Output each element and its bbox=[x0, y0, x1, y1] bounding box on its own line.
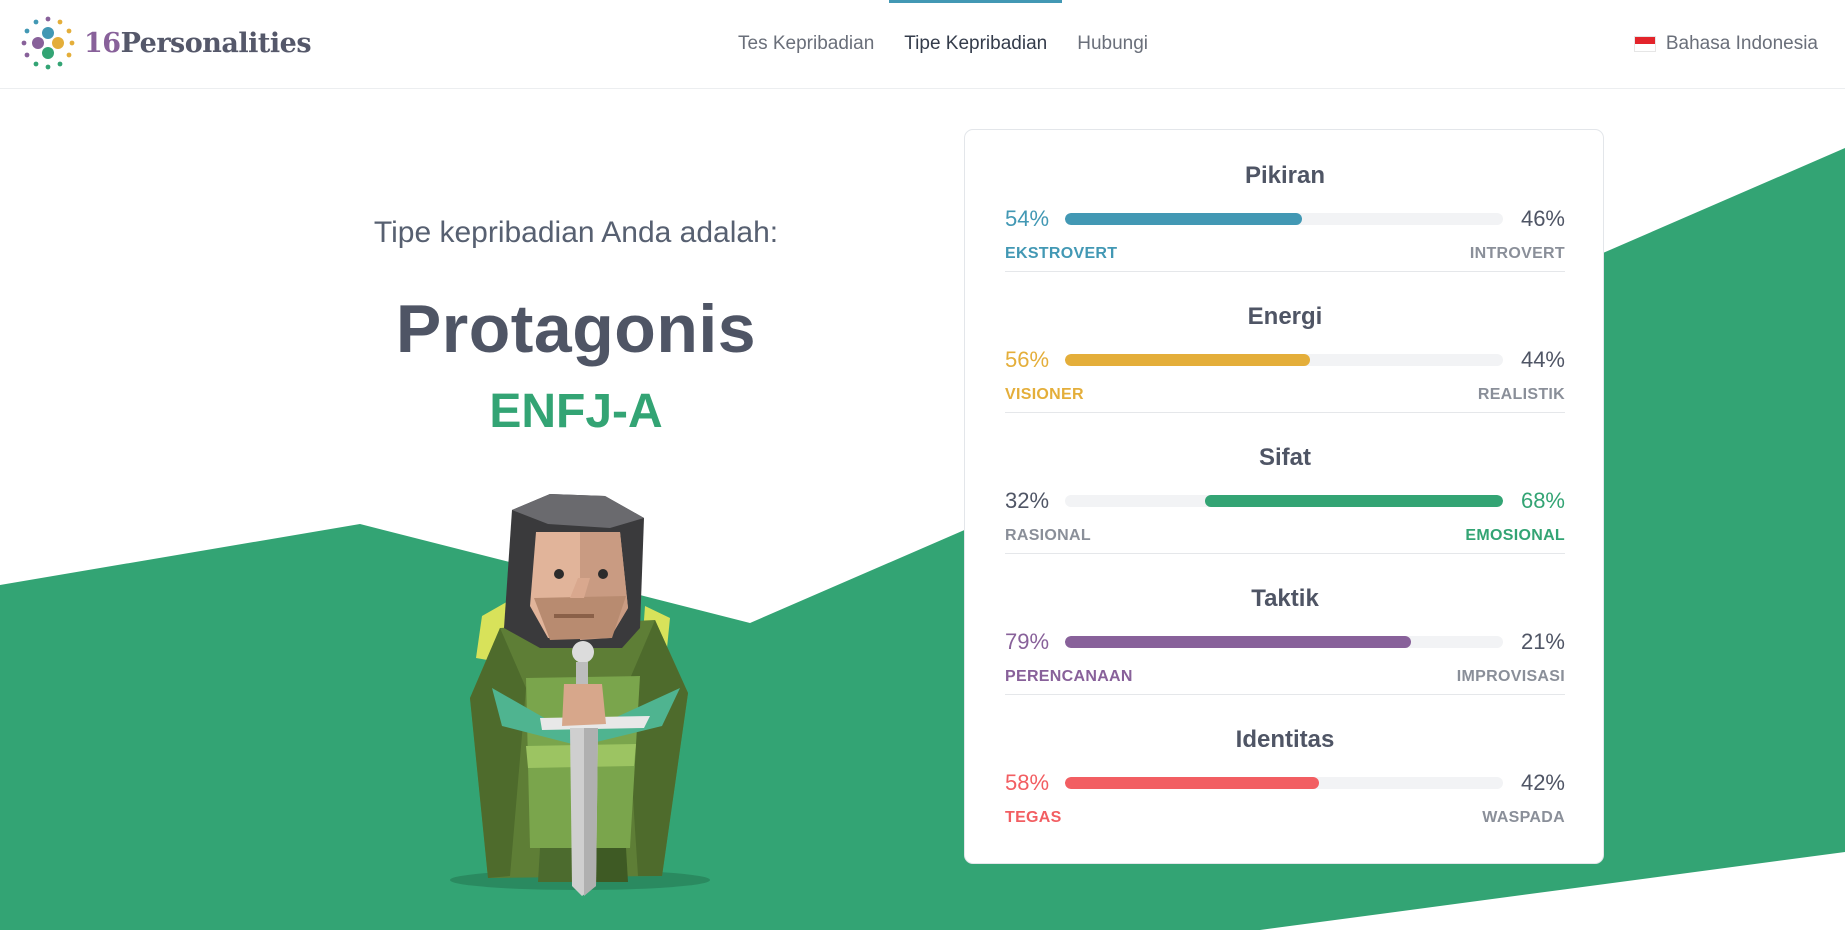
trait-left-label: PERENCANAAN bbox=[1005, 668, 1133, 685]
language-label: Bahasa Indonesia bbox=[1665, 33, 1818, 54]
trait-bar bbox=[1065, 777, 1503, 789]
trait-left-percent: 79% bbox=[1005, 629, 1050, 654]
site-header: 16Personalities Tes Kepribadian Tipe Kep… bbox=[0, 0, 1845, 89]
trait-right-percent: 42% bbox=[1520, 770, 1565, 795]
trait-title: Pikiran bbox=[1244, 162, 1326, 189]
trait-right-percent: 44% bbox=[1520, 347, 1565, 372]
main-nav: Tes Kepribadian Tipe Kepribadian Hubungi bbox=[723, 0, 1163, 88]
trait-right-label: REALISTIK bbox=[1477, 386, 1565, 403]
logo-name: Personalities bbox=[120, 27, 312, 59]
trait-bar-fill bbox=[1065, 777, 1320, 789]
indonesia-flag-icon bbox=[1633, 36, 1656, 52]
logo[interactable]: 16Personalities bbox=[20, 15, 312, 71]
logo-icon bbox=[21, 16, 75, 70]
logo-number: 16 bbox=[84, 27, 121, 59]
trait-row-nature: Sifat 32% 68% RASIONAL EMOSIONAL bbox=[1005, 412, 1565, 554]
personality-type-code: ENFJ-A bbox=[489, 385, 663, 438]
trait-left-label: TEGAS bbox=[1005, 809, 1062, 826]
trait-row-energy: Energi 56% 44% VISIONER REALISTIK bbox=[1005, 271, 1565, 413]
trait-left-label: VISIONER bbox=[1005, 386, 1084, 403]
trait-left-percent: 54% bbox=[1005, 206, 1050, 231]
trait-left-percent: 58% bbox=[1005, 770, 1050, 795]
trait-row-mind: Pikiran 54% 46% EKSTROVERT INTROVERT bbox=[1005, 130, 1565, 272]
trait-row-identity: Identitas 58% 42% TEGAS WASPADA bbox=[1005, 694, 1565, 835]
language-selector[interactable]: Bahasa Indonesia bbox=[1633, 0, 1818, 88]
trait-right-label: EMOSIONAL bbox=[1465, 527, 1565, 544]
trait-right-percent: 46% bbox=[1520, 206, 1565, 231]
trait-left-label: RASIONAL bbox=[1005, 527, 1091, 544]
trait-right-label: WASPADA bbox=[1482, 809, 1565, 826]
trait-left-label: EKSTROVERT bbox=[1005, 245, 1118, 262]
trait-right-percent: 21% bbox=[1520, 629, 1565, 654]
trait-title: Sifat bbox=[1258, 444, 1311, 471]
trait-right-label: INTROVERT bbox=[1469, 245, 1565, 262]
logo-wordmark: 16Personalities bbox=[84, 27, 312, 59]
trait-title: Identitas bbox=[1235, 726, 1335, 753]
trait-bar-fill bbox=[1065, 213, 1302, 225]
trait-bar-fill bbox=[1205, 495, 1503, 507]
trait-left-percent: 32% bbox=[1005, 488, 1050, 513]
nav-personality-test[interactable]: Tes Kepribadian bbox=[723, 0, 889, 88]
trait-bar bbox=[1065, 213, 1503, 225]
trait-bar bbox=[1065, 636, 1503, 648]
hero-subtitle: Tipe kepribadian Anda adalah: bbox=[373, 216, 779, 249]
results-card: Pikiran 54% 46% EKSTROVERT INTROVERT Ene… bbox=[964, 129, 1604, 864]
trait-bar bbox=[1065, 495, 1503, 507]
nav-contact[interactable]: Hubungi bbox=[1062, 0, 1163, 88]
nav-personality-types[interactable]: Tipe Kepribadian bbox=[889, 0, 1063, 88]
trait-bar-fill bbox=[1065, 636, 1412, 648]
trait-right-percent: 68% bbox=[1520, 488, 1565, 513]
trait-bar-fill bbox=[1065, 354, 1311, 366]
personality-type-name: Protagonis bbox=[395, 291, 757, 367]
trait-title: Energi bbox=[1247, 303, 1323, 330]
protagonist-character-illustration bbox=[450, 494, 710, 896]
trait-bar bbox=[1065, 354, 1503, 366]
trait-left-percent: 56% bbox=[1005, 347, 1050, 372]
trait-row-tactics: Taktik 79% 21% PERENCANAAN IMPROVISASI bbox=[1005, 553, 1565, 695]
trait-title: Taktik bbox=[1251, 585, 1319, 612]
trait-right-label: IMPROVISASI bbox=[1456, 668, 1565, 685]
